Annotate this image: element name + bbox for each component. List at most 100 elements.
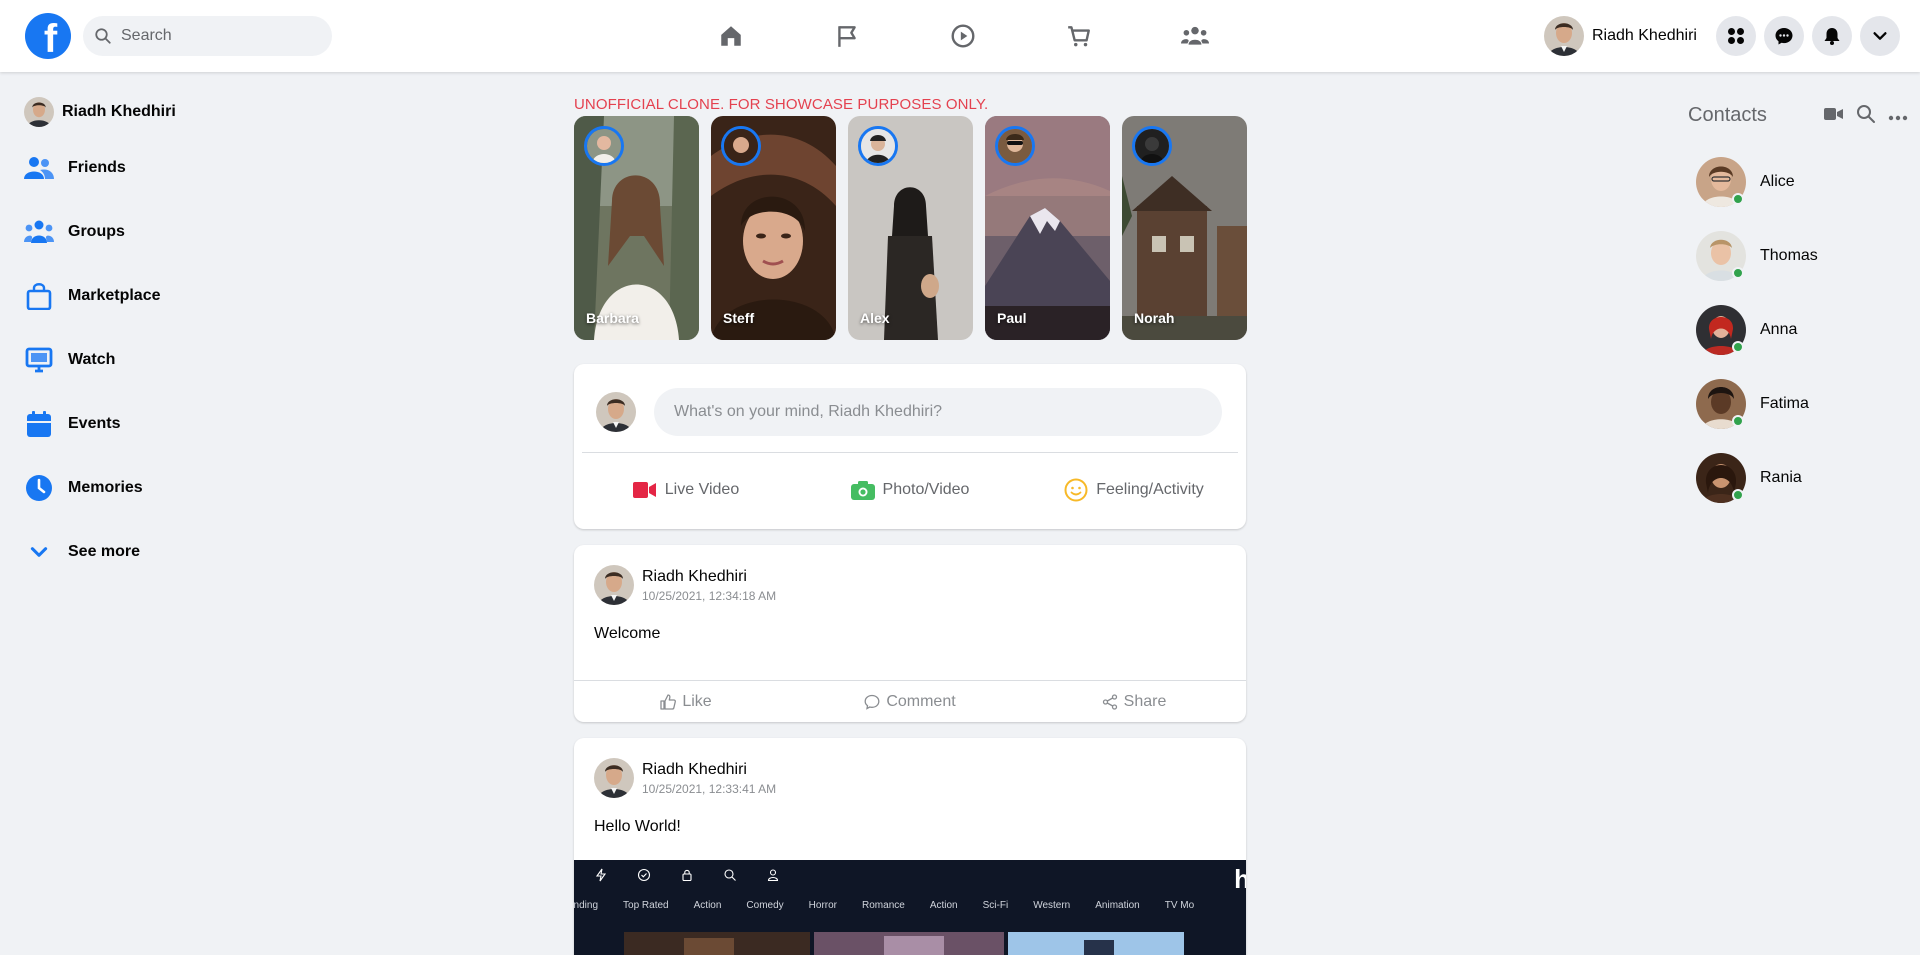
- share-icon: [1102, 693, 1117, 710]
- photo-video-button[interactable]: Photo/Video: [798, 460, 1022, 520]
- story-card[interactable]: Norah: [1122, 116, 1247, 340]
- contact-item[interactable]: Fatima: [1696, 378, 1809, 430]
- clock-icon: [24, 473, 54, 503]
- sidebar-item-label: Marketplace: [68, 287, 161, 304]
- online-indicator: [1732, 489, 1744, 501]
- logo-letter: f: [43, 17, 58, 59]
- sidebar-item-groups[interactable]: Groups: [18, 200, 338, 264]
- search-box[interactable]: [83, 16, 332, 56]
- watch-icon[interactable]: [905, 0, 1021, 72]
- contact-name: Thomas: [1760, 247, 1818, 264]
- video-call-icon[interactable]: [1824, 106, 1844, 127]
- sidebar-item-label: See more: [68, 543, 141, 560]
- genre-label: Horror: [808, 900, 838, 911]
- facebook-logo[interactable]: f: [25, 13, 71, 59]
- chevron-down-icon[interactable]: [1860, 16, 1900, 56]
- story-avatar: [1132, 126, 1172, 166]
- contact-name: Rania: [1760, 469, 1802, 486]
- contact-avatar: [1696, 453, 1746, 503]
- search-input[interactable]: [121, 27, 311, 45]
- more-icon[interactable]: [1888, 108, 1908, 126]
- flag-icon[interactable]: [789, 0, 905, 72]
- disclaimer-notice: UNOFFICIAL CLONE. FOR SHOWCASE PURPOSES …: [574, 96, 989, 113]
- home-icon[interactable]: [673, 0, 789, 72]
- main-nav: [673, 0, 1253, 72]
- bolt-icon: [594, 868, 608, 882]
- contact-avatar: [1696, 157, 1746, 207]
- contact-avatar: [1696, 305, 1746, 355]
- post-author[interactable]: Riadh Khedhiri: [642, 761, 776, 779]
- online-indicator: [1732, 341, 1744, 353]
- camera-icon: [850, 480, 875, 500]
- share-button[interactable]: Share: [1022, 681, 1246, 722]
- like-button[interactable]: Like: [574, 681, 798, 722]
- marketplace-icon[interactable]: [1021, 0, 1137, 72]
- genre-label: ending: [574, 900, 599, 911]
- sidebar-item-events[interactable]: Events: [18, 392, 338, 456]
- story-card[interactable]: Alex: [848, 116, 973, 340]
- story-name: Barbara: [586, 310, 639, 326]
- contacts-title: Contacts: [1688, 104, 1767, 126]
- live-video-button[interactable]: Live Video: [574, 460, 798, 520]
- sidebar-item-profile[interactable]: Riadh Khedhiri: [18, 88, 338, 136]
- feeling-activity-button[interactable]: Feeling/Activity: [1022, 460, 1246, 520]
- post-image[interactable]: h ending Top Rated Action Comedy Horror …: [574, 860, 1246, 955]
- contact-name: Alice: [1760, 173, 1795, 190]
- smiley-icon: [1064, 478, 1088, 502]
- photo-video-label: Photo/Video: [882, 481, 970, 498]
- story-name: Steff: [723, 310, 755, 326]
- contact-item[interactable]: Alice: [1696, 156, 1795, 208]
- movie-thumbnails: [624, 932, 1184, 955]
- feed-post: Riadh Khedhiri 10/25/2021, 12:33:41 AM H…: [574, 738, 1246, 955]
- post-author[interactable]: Riadh Khedhiri: [642, 568, 776, 586]
- contact-name: Fatima: [1760, 395, 1809, 412]
- contact-name: Anna: [1760, 321, 1798, 338]
- divider: [582, 452, 1238, 453]
- genre-label: Action: [929, 900, 958, 911]
- online-indicator: [1732, 267, 1744, 279]
- menu-grid-icon[interactable]: [1716, 16, 1756, 56]
- search-icon[interactable]: [1856, 104, 1876, 129]
- user-icon: [766, 868, 780, 882]
- contact-avatar: [1696, 231, 1746, 281]
- embedded-nav-icons: [594, 868, 780, 882]
- story-avatar: [858, 126, 898, 166]
- story-card[interactable]: Barbara: [574, 116, 699, 340]
- like-label: Like: [682, 692, 712, 710]
- embedded-logo: h: [1234, 864, 1246, 894]
- search-icon: [723, 868, 737, 882]
- avatar: [596, 392, 636, 432]
- avatar[interactable]: [594, 758, 634, 798]
- calendar-icon: [24, 409, 54, 439]
- story-avatar: [995, 126, 1035, 166]
- search-icon: [93, 26, 113, 46]
- online-indicator: [1732, 415, 1744, 427]
- messenger-icon[interactable]: [1764, 16, 1804, 56]
- post-text: Hello World!: [594, 818, 681, 835]
- story-card[interactable]: Steff: [711, 116, 836, 340]
- sidebar-item-label: Groups: [68, 223, 125, 240]
- bell-icon[interactable]: [1812, 16, 1852, 56]
- groups-icon: [24, 217, 54, 247]
- contact-item[interactable]: Thomas: [1696, 230, 1818, 282]
- sidebar-item-memories[interactable]: Memories: [18, 456, 338, 520]
- genre-label: Animation: [1095, 900, 1140, 911]
- online-indicator: [1732, 193, 1744, 205]
- share-label: Share: [1123, 692, 1167, 710]
- groups-icon[interactable]: [1137, 0, 1253, 72]
- contact-item[interactable]: Anna: [1696, 304, 1797, 356]
- comment-button[interactable]: Comment: [798, 681, 1022, 722]
- story-card[interactable]: Paul: [985, 116, 1110, 340]
- contact-item[interactable]: Rania: [1696, 452, 1802, 504]
- story-avatar: [721, 126, 761, 166]
- avatar[interactable]: [594, 565, 634, 605]
- composer-input[interactable]: What's on your mind, Riadh Khedhiri?: [654, 388, 1222, 436]
- sidebar-item-marketplace[interactable]: Marketplace: [18, 264, 338, 328]
- story-name: Paul: [997, 310, 1027, 326]
- avatar: [1544, 16, 1584, 56]
- sidebar-item-friends[interactable]: Friends: [18, 136, 338, 200]
- sidebar-item-see-more[interactable]: See more: [18, 520, 338, 584]
- profile-chip[interactable]: Riadh Khedhiri: [1544, 16, 1697, 56]
- sidebar-item-watch[interactable]: Watch: [18, 328, 338, 392]
- chevron-down-icon: [24, 537, 54, 567]
